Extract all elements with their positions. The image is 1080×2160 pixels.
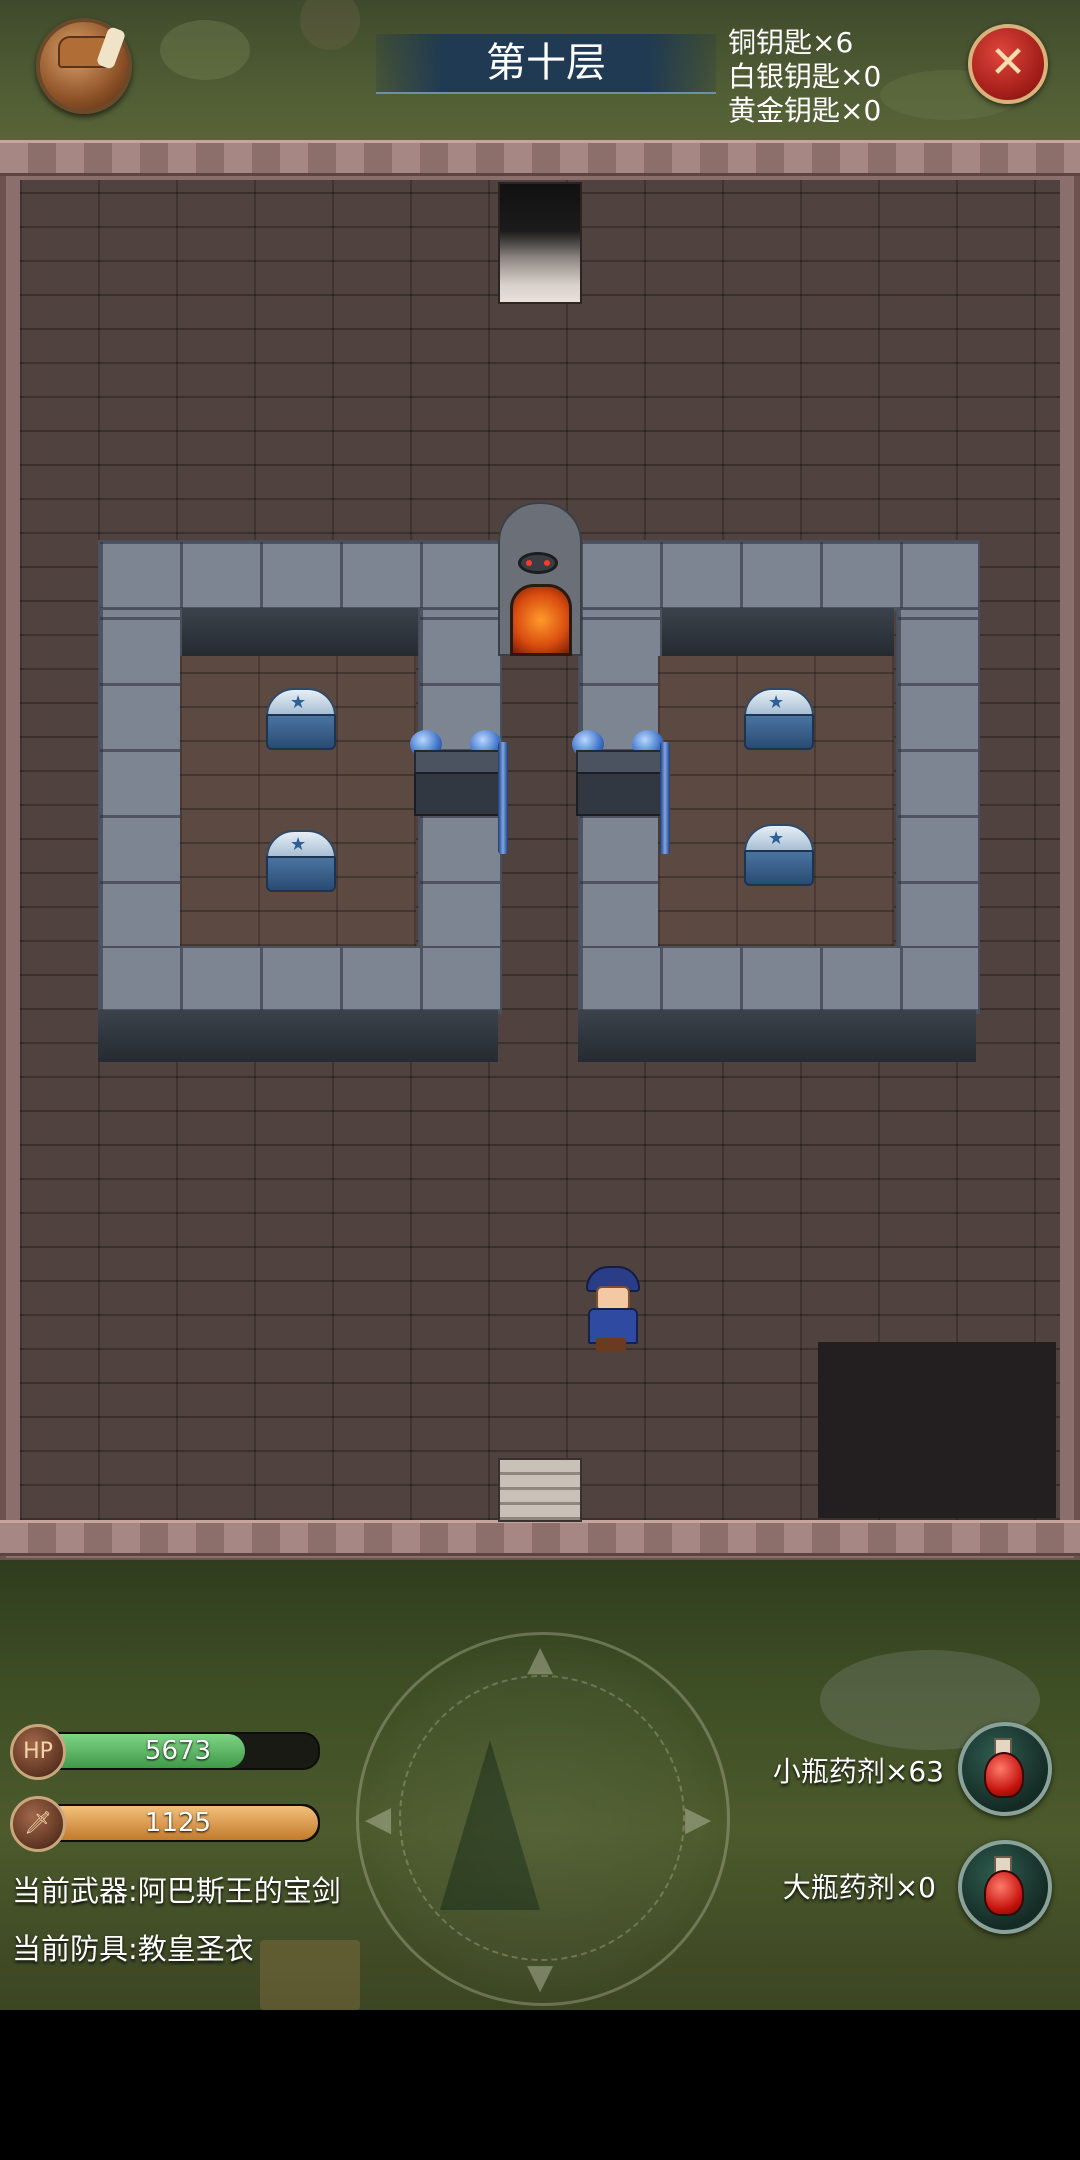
demon-door[interactable]	[498, 502, 582, 656]
close-button[interactable]: ✕	[968, 24, 1048, 104]
bg-decoration	[260, 1940, 360, 2010]
map-frame-top-edge	[0, 140, 1080, 176]
dark-void	[818, 1342, 1056, 1518]
arrow-up-icon: ▲	[527, 1639, 554, 1679]
star-icon: ★	[290, 834, 307, 855]
large-potion-icon	[984, 1870, 1024, 1916]
arrow-down-icon: ▼	[527, 1957, 554, 1997]
wall-shadow	[658, 608, 894, 656]
stone-wall	[98, 540, 502, 612]
attack-bar: 1125	[36, 1804, 320, 1842]
small-potion-label: 小瓶药剂×63	[772, 1755, 944, 1788]
sword-icon: 🗡	[10, 1796, 66, 1852]
demon-eye	[526, 560, 532, 566]
current-armor: 当前防具:教皇圣衣	[12, 1932, 254, 1966]
wall-shadow	[578, 1010, 976, 1062]
player-character	[578, 1266, 644, 1352]
arrow-left-icon: ◀	[365, 1799, 392, 1839]
close-icon: ✕	[989, 37, 1027, 88]
bg-decoration	[300, 0, 360, 50]
small-potion-icon	[984, 1752, 1024, 1798]
virtual-joystick[interactable]: ▲ ▼ ◀ ▶	[356, 1632, 730, 2006]
demon-head-icon	[518, 552, 558, 574]
star-icon: ★	[768, 828, 785, 849]
star-icon: ★	[768, 692, 785, 713]
treasure-chest[interactable]: ★	[266, 830, 336, 892]
scroll-icon	[95, 26, 127, 70]
stone-wall	[578, 540, 980, 612]
gold-key-count: 黄金钥匙×0	[728, 94, 882, 127]
large-potion-button[interactable]	[958, 1840, 1052, 1934]
hp-icon: HP	[10, 1724, 66, 1780]
treasure-chest[interactable]: ★	[744, 688, 814, 750]
treasure-chest[interactable]: ★	[744, 824, 814, 886]
map-frame-bottom-edge	[0, 1520, 1080, 1556]
wall-shadow	[98, 1010, 498, 1062]
stone-wall	[98, 946, 502, 1014]
chest-box	[266, 856, 336, 892]
silver-key-count: 白银钥匙×0	[728, 60, 882, 93]
orb-altar[interactable]	[410, 730, 502, 816]
stone-wall	[98, 608, 182, 952]
chest-box	[744, 714, 814, 750]
wall-shadow	[180, 608, 418, 656]
bronze-key-count: 铜钥匙×6	[728, 26, 854, 59]
key-counts: 铜钥匙×6 白银钥匙×0 黄金钥匙×0	[728, 26, 881, 128]
hero-legs	[596, 1338, 626, 1352]
star-icon: ★	[290, 692, 307, 713]
chest-box	[266, 714, 336, 750]
blue-sword-icon	[498, 742, 508, 854]
arrow-right-icon: ▶	[685, 1799, 712, 1839]
attack-value: 1125	[144, 1808, 212, 1838]
stone-wall	[896, 608, 980, 952]
backpack-button[interactable]	[36, 18, 132, 114]
bottom-blank-area	[0, 2010, 1080, 2160]
treasure-chest[interactable]: ★	[266, 688, 336, 750]
hp-label: HP	[23, 1739, 53, 1764]
bg-decoration	[160, 20, 250, 80]
chest-box	[744, 850, 814, 886]
small-potion-button[interactable]	[958, 1722, 1052, 1816]
blue-sword-icon	[660, 742, 670, 854]
joystick-ring	[399, 1675, 685, 1961]
altar-base	[576, 772, 664, 816]
altar-base	[414, 772, 502, 816]
stairs-down[interactable]	[498, 1458, 582, 1522]
door-panel	[510, 584, 572, 656]
stairs-up[interactable]	[498, 182, 582, 304]
current-weapon: 当前武器:阿巴斯王的宝剑	[12, 1874, 341, 1908]
demon-eye	[544, 560, 550, 566]
hp-bar: 5673	[36, 1732, 320, 1770]
large-potion-label: 大瓶药剂×0	[782, 1871, 936, 1904]
stone-wall	[578, 946, 980, 1014]
hp-value: 5673	[144, 1736, 212, 1766]
orb-altar[interactable]	[572, 730, 664, 816]
floor-title: 第十层	[376, 34, 716, 94]
